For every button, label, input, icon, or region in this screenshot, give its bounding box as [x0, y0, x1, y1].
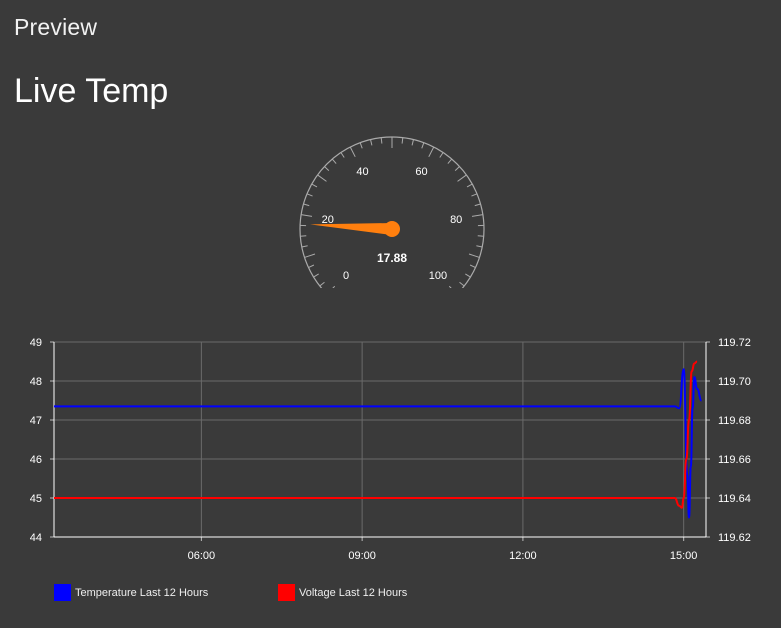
- gauge-minor-tick: [471, 193, 478, 197]
- gauge-minor-tick: [459, 281, 465, 287]
- series-line-voltage: [54, 360, 698, 509]
- y-right-tick-label: 119.64: [718, 493, 751, 505]
- y-right-tick-label: 119.66: [718, 454, 751, 466]
- gauge-needle-hub: [384, 221, 400, 237]
- legend-label-temperature: Temperature Last 12 Hours: [75, 586, 209, 599]
- page-title: Live Temp: [14, 72, 169, 110]
- legend-item-voltage[interactable]: Voltage Last 12 Hours: [278, 584, 407, 601]
- gauge-minor-tick: [319, 281, 325, 287]
- gauge-minor-tick: [474, 203, 481, 207]
- y-left-tick-label: 44: [30, 532, 42, 544]
- gauge-tick-label: 0: [343, 270, 349, 282]
- gauge-minor-tick: [301, 245, 308, 248]
- y-right-tick-label: 119.70: [718, 376, 751, 388]
- gauge-minor-tick: [476, 245, 483, 248]
- gauge-minor-tick: [465, 273, 471, 278]
- gauge-major-tick: [304, 253, 316, 258]
- legend-item-temperature[interactable]: Temperature Last 12 Hours: [54, 584, 208, 601]
- legend-label-voltage: Voltage Last 12 Hours: [299, 586, 408, 599]
- gauge-minor-tick: [370, 139, 373, 146]
- y-right-tick-label: 119.72: [718, 337, 751, 349]
- gauge-major-tick: [468, 253, 480, 258]
- gauge-minor-tick: [469, 264, 476, 268]
- y-right-tick-label: 119.62: [718, 532, 751, 544]
- x-tick-label: 15:00: [670, 550, 698, 562]
- gauge-minor-tick: [359, 142, 363, 149]
- y-left-tick-label: 48: [30, 376, 42, 388]
- gauge-minor-tick: [401, 137, 404, 144]
- gauge-minor-tick: [380, 137, 383, 144]
- series-line-temperature: [54, 368, 703, 519]
- gauge-major-tick: [471, 214, 483, 217]
- legend-swatch-temperature: [54, 584, 71, 601]
- chart-canvas: 44 45 46 47 48 49 119.62 119.64 119.66 119.68 119.…: [30, 337, 751, 562]
- gauge-minor-tick: [466, 183, 473, 188]
- legend-swatch-voltage: [278, 584, 295, 601]
- gauge-major-tick: [349, 146, 356, 158]
- x-tick-label: 09:00: [348, 550, 376, 562]
- x-tick-label: 06:00: [188, 550, 216, 562]
- gauge-minor-tick: [421, 142, 425, 149]
- gauge-tick-label: 60: [415, 166, 427, 178]
- y-left-tick-label: 45: [30, 493, 42, 505]
- gauge-major-tick: [326, 285, 336, 295]
- gauge-needle: [310, 223, 393, 235]
- gauge-minor-tick: [454, 166, 460, 171]
- preview-label: Preview: [14, 14, 98, 40]
- gauge-tick-label: 100: [429, 270, 447, 282]
- gauge-minor-tick: [340, 152, 345, 158]
- gauge-tick-label: 40: [356, 166, 368, 178]
- gauge-minor-tick: [306, 193, 313, 197]
- y-right-tick-label: 119.68: [718, 415, 751, 427]
- gauge-minor-tick: [311, 183, 318, 188]
- gauge-dial: 02040 608010017.88: [299, 136, 485, 295]
- gauge-major-tick: [317, 174, 327, 182]
- gauge-tick-label: 80: [450, 214, 462, 226]
- gauge-minor-tick: [308, 264, 315, 268]
- gauge-minor-tick: [331, 158, 337, 164]
- gauge-minor-tick: [324, 166, 330, 171]
- gauge-minor-tick: [313, 273, 319, 278]
- gauge-major-tick: [448, 285, 458, 295]
- x-tick-label: 12:00: [509, 550, 537, 562]
- gauge-value-label: 17.88: [377, 251, 407, 265]
- gauge-major-tick: [457, 174, 467, 182]
- gauge-minor-tick: [439, 152, 444, 158]
- gauge-major-tick: [301, 214, 313, 217]
- gauge-minor-tick: [303, 203, 310, 207]
- y-left-tick-label: 46: [30, 454, 42, 466]
- gauge: 0 20 40 60 80 100 17.88: [290, 128, 490, 295]
- line-chart: 44 45 46 47 48 49 119.62 119.64 119.66 119.68 119.…: [0, 330, 781, 570]
- gauge-major-tick: [428, 146, 435, 158]
- gauge-minor-tick: [411, 139, 414, 146]
- gauge-arc: [299, 136, 485, 295]
- gauge-minor-tick: [447, 158, 453, 164]
- y-left-tick-label: 49: [30, 337, 42, 349]
- y-left-tick-label: 47: [30, 415, 42, 427]
